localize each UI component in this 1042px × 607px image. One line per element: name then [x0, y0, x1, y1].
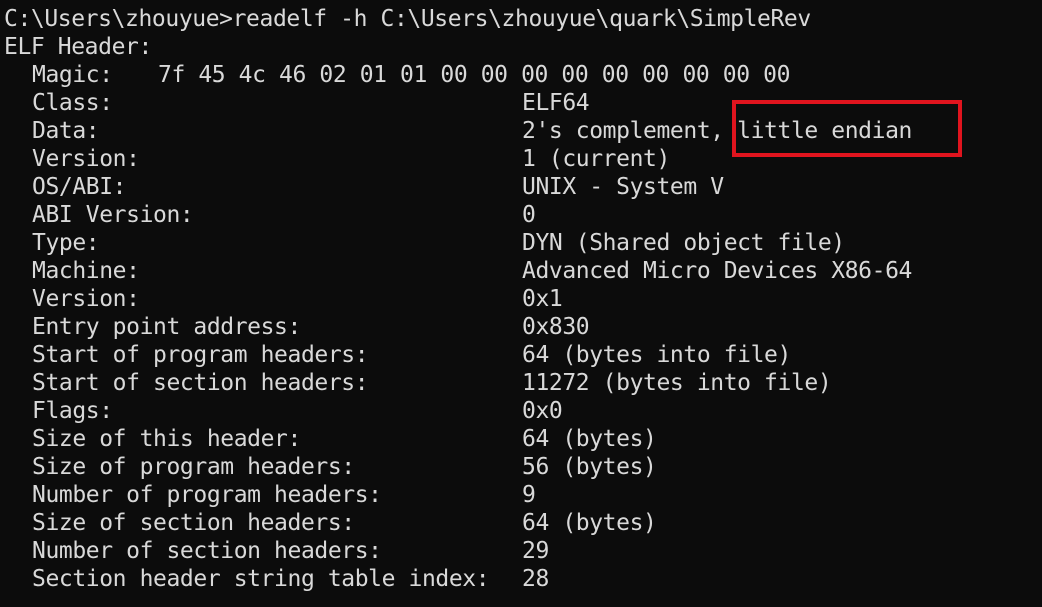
field-label-section-header-count: Number of section headers:	[32, 538, 382, 564]
field-value-program-header-count: 9	[522, 482, 536, 508]
field-value-type: DYN (Shared object file)	[522, 230, 845, 256]
field-value-section-header-size: 64 (bytes)	[522, 510, 657, 536]
field-label-version: Version:	[32, 146, 140, 172]
field-value-version-2: 0x1	[522, 286, 563, 312]
field-label-program-header-count: Number of program headers:	[32, 482, 382, 508]
field-value-abi-version: 0	[522, 202, 536, 228]
magic-value: 7f 45 4c 46 02 01 01 00 00 00 00 00 00 0…	[158, 62, 791, 88]
field-label-section-header-size: Size of section headers:	[32, 510, 355, 536]
field-label-string-table-index: Section header string table index:	[32, 566, 490, 592]
field-value-header-size: 64 (bytes)	[522, 426, 657, 452]
field-value-os-abi: UNIX - System V	[522, 174, 724, 200]
field-value-entry-point: 0x830	[522, 314, 590, 340]
field-value-section-header-count: 29	[522, 538, 549, 564]
field-label-header-size: Size of this header:	[32, 426, 301, 452]
magic-label: Magic:	[32, 62, 113, 88]
endianness-highlight-box	[732, 100, 962, 157]
field-label-section-headers-start: Start of section headers:	[32, 370, 369, 396]
field-label-data: Data:	[32, 118, 100, 144]
terminal-window[interactable]: C:\Users\zhouyue>readelf -h C:\Users\zho…	[0, 0, 1042, 607]
field-value-string-table-index: 28	[522, 566, 549, 592]
field-value-program-headers-start: 64 (bytes into file)	[522, 342, 791, 368]
field-value-machine: Advanced Micro Devices X86-64	[522, 258, 912, 284]
field-value-section-headers-start: 11272 (bytes into file)	[522, 370, 832, 396]
field-label-program-header-size: Size of program headers:	[32, 454, 355, 480]
field-label-machine: Machine:	[32, 258, 140, 284]
field-value-program-header-size: 56 (bytes)	[522, 454, 657, 480]
field-label-program-headers-start: Start of program headers:	[32, 342, 369, 368]
field-value-version: 1 (current)	[522, 146, 670, 172]
field-label-class: Class:	[32, 90, 113, 116]
field-label-type: Type:	[32, 230, 100, 256]
field-label-entry-point: Entry point address:	[32, 314, 301, 340]
field-label-flags: Flags:	[32, 398, 113, 424]
command-prompt-line: C:\Users\zhouyue>readelf -h C:\Users\zho…	[4, 6, 811, 32]
field-label-os-abi: OS/ABI:	[32, 174, 127, 200]
field-label-version-2: Version:	[32, 286, 140, 312]
field-label-abi-version: ABI Version:	[32, 202, 194, 228]
field-value-class: ELF64	[522, 90, 590, 116]
elf-header-title: ELF Header:	[4, 34, 152, 60]
field-value-flags: 0x0	[522, 398, 563, 424]
